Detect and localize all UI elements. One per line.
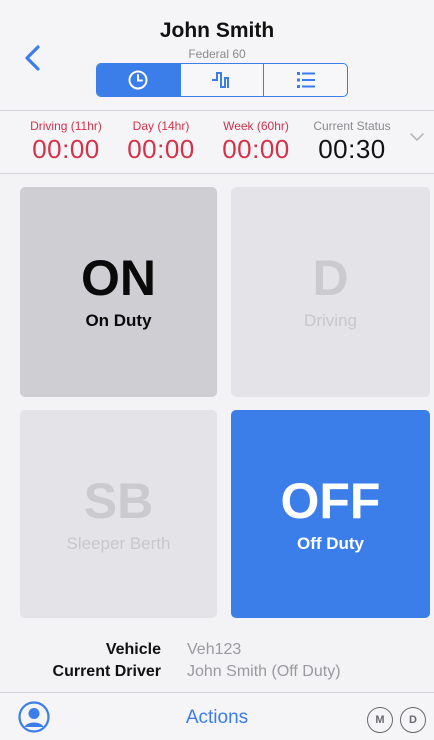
driving-hours-label: Driving (11hr) (30, 119, 102, 133)
off-duty-label: Off Duty (296, 534, 365, 553)
sleeper-berth-tile[interactable]: SB Sleeper Berth (20, 410, 217, 618)
actions-button[interactable]: Actions (186, 707, 248, 728)
tab-clock[interactable] (97, 64, 180, 96)
log-graph-icon (212, 72, 229, 88)
hos-screen: John Smith Federal 60 Driving (11hr) 00:… (0, 0, 434, 740)
current-status: Current Status 00:30 (306, 119, 398, 165)
sleeper-berth-code: SB (83, 473, 154, 529)
current-status-label: Current Status (313, 119, 391, 133)
driving-label: Driving (304, 311, 357, 330)
on-duty-tile[interactable]: ON On Duty (20, 187, 217, 397)
hours-status-bar: Driving (11hr) 00:00 Day (14hr) 00:00 We… (0, 111, 434, 173)
vehicle-value: Veh123 (187, 641, 242, 658)
ruleset-label: Federal 60 (188, 47, 246, 61)
clock-icon (128, 70, 148, 90)
off-duty-tile[interactable]: OFF Off Duty (231, 410, 430, 618)
header: John Smith Federal 60 (0, 0, 434, 110)
d-button[interactable]: D (400, 707, 426, 733)
driving-code: D (312, 250, 349, 306)
current-driver-row: Current Driver John Smith (Off Duty) (0, 663, 434, 685)
day-hours-label: Day (14hr) (132, 119, 190, 133)
driver-name: John Smith (159, 19, 275, 42)
m-button[interactable]: M (367, 707, 393, 733)
vehicle-label: Vehicle (105, 641, 161, 658)
current-driver-label: Current Driver (52, 663, 161, 680)
tab-list[interactable] (263, 64, 347, 96)
list-icon (296, 72, 315, 88)
driving-hours: Driving (11hr) 00:00 (22, 119, 110, 165)
bottom-bar: Actions M D (0, 693, 434, 740)
current-status-value: 00:30 (318, 134, 386, 164)
week-hours: Week (60hr) 00:00 (216, 119, 296, 165)
driving-tile[interactable]: D Driving (231, 187, 430, 397)
driving-hours-value: 00:00 (32, 134, 100, 164)
on-duty-label: On Duty (85, 311, 152, 330)
view-segmented-control (96, 63, 348, 97)
on-duty-code: ON (81, 250, 156, 306)
day-hours: Day (14hr) 00:00 (122, 119, 200, 165)
current-driver-value: John Smith (Off Duty) (187, 663, 341, 680)
vehicle-row: Vehicle Veh123 (0, 641, 434, 663)
sleeper-berth-label: Sleeper Berth (66, 534, 171, 553)
divider (0, 173, 434, 174)
week-hours-value: 00:00 (222, 134, 290, 164)
week-hours-label: Week (60hr) (223, 119, 289, 133)
off-duty-code: OFF (280, 473, 381, 529)
expand-status-button[interactable] (408, 128, 426, 146)
day-hours-value: 00:00 (127, 134, 195, 164)
chevron-down-icon (410, 133, 424, 141)
tab-log-graph[interactable] (179, 64, 264, 96)
